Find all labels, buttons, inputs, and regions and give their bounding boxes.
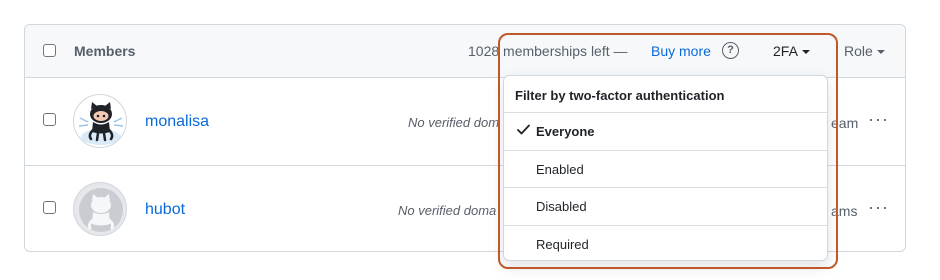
option-label: Required xyxy=(536,236,589,252)
twofa-filter-dropdown: Filter by two-factor authentication Ever… xyxy=(503,75,828,261)
twofa-filter-button[interactable]: 2FA xyxy=(773,43,810,59)
option-enabled[interactable]: Enabled xyxy=(504,151,827,188)
buy-more-link[interactable]: Buy more xyxy=(651,43,711,59)
teams-text[interactable]: eam xyxy=(831,115,858,131)
member-username[interactable]: monalisa xyxy=(145,113,209,131)
option-everyone[interactable]: Everyone xyxy=(504,113,827,151)
caret-down-icon xyxy=(876,50,885,55)
teams-text[interactable]: ams xyxy=(831,203,857,219)
kebab-menu-icon[interactable]: ··· xyxy=(868,109,889,130)
option-required[interactable]: Required xyxy=(504,226,827,261)
role-filter-label: Role xyxy=(844,43,873,59)
caret-down-icon xyxy=(801,50,810,55)
question-circle-icon[interactable]: ? xyxy=(722,42,739,59)
member-username[interactable]: hubot xyxy=(145,201,185,219)
verified-email-text: No verified doma xyxy=(398,203,497,218)
member-checkbox[interactable] xyxy=(43,113,56,126)
twofa-filter-label: 2FA xyxy=(773,43,798,59)
member-checkbox[interactable] xyxy=(43,201,56,214)
verified-email-text: No verified dom xyxy=(408,115,500,130)
memberships-left-text: 1028 memberships left — xyxy=(468,43,628,59)
dropdown-title: Filter by two-factor authentication xyxy=(504,76,827,113)
members-header: Members 1028 memberships left — Buy more… xyxy=(25,25,905,78)
octocat-icon[interactable] xyxy=(73,94,127,148)
select-all-checkbox[interactable] xyxy=(43,44,56,57)
kebab-menu-icon[interactable]: ··· xyxy=(868,197,889,218)
option-disabled[interactable]: Disabled xyxy=(504,188,827,226)
role-filter-button[interactable]: Role xyxy=(844,43,885,59)
members-title: Members xyxy=(74,43,136,59)
hubot-icon[interactable] xyxy=(73,182,127,236)
option-label: Disabled xyxy=(536,199,587,214)
option-label: Enabled xyxy=(536,161,584,177)
check-icon xyxy=(517,124,530,135)
option-label: Everyone xyxy=(536,124,595,139)
